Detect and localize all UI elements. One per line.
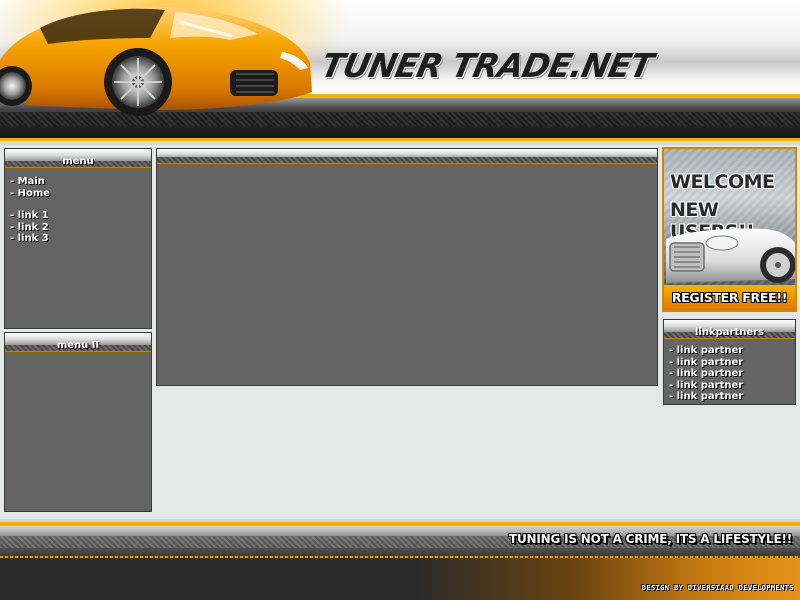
menu-item-link-3[interactable]: - link 3 [10, 233, 151, 245]
main-content-header [157, 149, 657, 163]
link-partner-4[interactable]: - link partner [669, 380, 795, 392]
menu-ii-panel-title: menu II [56, 340, 100, 351]
link-partner-3[interactable]: - link partner [669, 368, 795, 380]
menu-item-home[interactable]: - Home [10, 188, 151, 200]
menu-item-link-1[interactable]: - link 1 [10, 210, 151, 222]
link-partner-5[interactable]: - link partner [669, 391, 795, 403]
menu-ii-panel-body [5, 353, 151, 360]
menu-item-link-2[interactable]: - link 2 [10, 222, 151, 234]
register-free-button[interactable]: REGISTER FREE!! [664, 285, 795, 310]
linkpartners-panel: linkpartners - link partner - link partn… [663, 319, 796, 405]
site-footer: TUNING IS NOT A CRIME, ITS A LIFESTYLE!!… [0, 519, 800, 600]
menu-panel: menu - Main - Home - link 1 - link 2 - l… [4, 148, 152, 329]
main-content-body [157, 165, 657, 172]
site-logo[interactable]: TUNER TRADE.NET [318, 46, 656, 85]
menu-panel-body: - Main - Home - link 1 - link 2 - link 3 [5, 169, 151, 245]
link-partner-2[interactable]: - link partner [669, 357, 795, 369]
menu-panel-title: menu [62, 156, 94, 167]
linkpartners-panel-title: linkpartners [694, 327, 765, 338]
white-car-image [666, 228, 795, 283]
menu-ii-panel: menu II [4, 332, 152, 512]
footer-slogan: TUNING IS NOT A CRIME, ITS A LIFESTYLE!! [508, 532, 792, 546]
design-credit: DESIGN BY DIVERSIAAD DEVELOPMENTS [641, 584, 794, 592]
menu-panel-header: menu [5, 149, 151, 167]
link-partner-1[interactable]: - link partner [669, 345, 795, 357]
site-header: TUNER TRADE.NET [0, 0, 800, 145]
linkpartners-panel-body: - link partner - link partner - link par… [664, 340, 795, 403]
menu-ii-panel-header: menu II [5, 333, 151, 351]
menu-item-main[interactable]: - Main [10, 176, 151, 188]
footer-bottom-bar [0, 558, 800, 600]
header-divider [0, 141, 800, 145]
linkpartners-panel-header: linkpartners [664, 320, 795, 338]
register-banner[interactable]: WELCOME NEW USERS!! REGISTER FREE!! [662, 147, 797, 312]
main-content-panel [156, 148, 658, 386]
banner-welcome-text: WELCOME [670, 171, 775, 193]
orange-car-image [0, 6, 312, 116]
